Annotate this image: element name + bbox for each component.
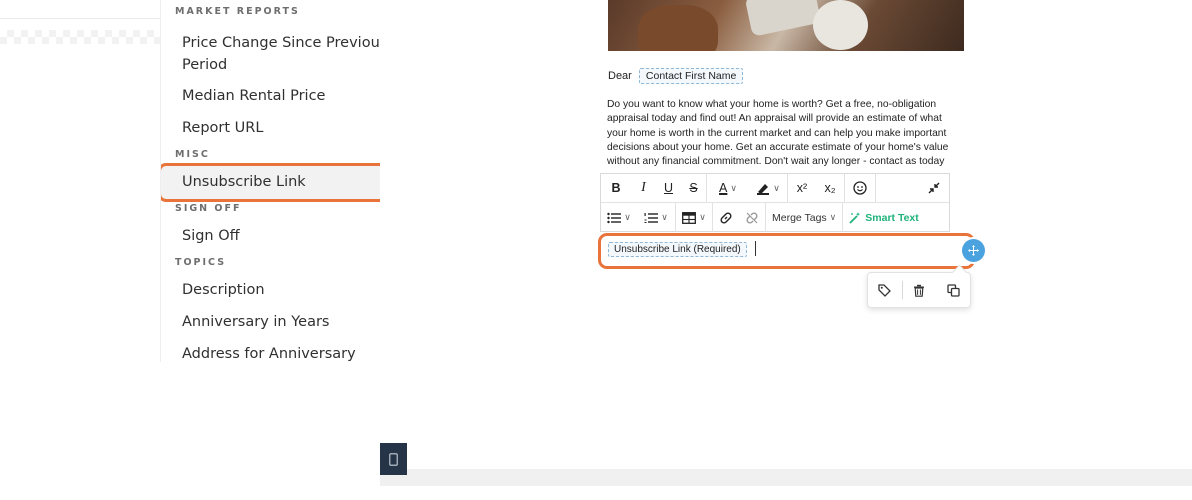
unlink-button[interactable] [739,203,765,232]
superscript-button[interactable]: x² [788,174,816,203]
left-divider [0,18,160,19]
chevron-down-icon: ∨ [661,212,668,222]
text-color-button[interactable]: A ∨ [707,174,749,203]
tag-icon [878,283,892,297]
section-topics: TOPICS [175,257,227,268]
unsubscribe-link-tag[interactable]: Unsubscribe Link (Required) [608,242,747,257]
underline-button[interactable]: U [656,174,681,203]
drag-handle-icon [968,245,979,256]
mobile-preview-button[interactable] [380,443,407,475]
hero-shape [638,5,718,51]
highlighter-icon [757,184,770,195]
merge-field-sidebar: MARKET REPORTS Price Change Since Previo… [160,0,380,362]
text-color-icon: A [719,181,728,195]
drag-handle-button[interactable] [962,239,985,262]
chevron-down-icon: ∨ [829,212,837,222]
tag-block-button[interactable] [868,273,902,307]
numbered-list-icon [644,212,659,223]
link-icon [720,211,732,224]
contact-first-name-tag[interactable]: Contact First Name [638,68,744,84]
greeting-line[interactable]: Dear Contact First Name [608,68,744,84]
transparency-pattern [0,30,160,44]
sidebar-item-median-rental[interactable]: Median Rental Price [182,85,325,107]
duplicate-icon [947,283,960,297]
text-cursor [755,241,756,256]
delete-block-button[interactable] [903,273,937,307]
smart-text-button[interactable]: Smart Text [843,203,925,232]
emoji-icon [853,181,867,195]
section-sign-off: SIGN OFF [175,203,242,214]
duplicate-block-button[interactable] [936,273,970,307]
sidebar-item-report-url[interactable]: Report URL [182,117,263,139]
chevron-down-icon: ∨ [773,182,780,193]
email-body-text[interactable]: Do you want to know what your home is wo… [607,98,957,168]
chevron-down-icon: ∨ [624,212,631,222]
insert-link-button[interactable] [713,203,739,232]
hero-shape [813,0,868,50]
merge-tags-dropdown[interactable]: Merge Tags ∨ [766,203,842,232]
trash-icon [914,284,925,297]
sidebar-item-price-change[interactable]: Price Change Since Previous Period [182,32,380,76]
bullet-list-icon [607,212,622,223]
sidebar-item-unsubscribe[interactable]: Unsubscribe Link [182,171,306,193]
chevron-down-icon: ∨ [730,182,737,193]
table-icon [682,211,697,224]
collapse-icon [928,182,940,194]
unlink-icon [746,211,758,224]
text-formatting-toolbar: B I U S A ∨ ∨ x² x₂ ∨ ∨ ∨ Merge Tags ∨ S… [600,173,950,232]
unsubscribe-text-block[interactable]: Unsubscribe Link (Required) [598,233,975,269]
highlight-color-button[interactable]: ∨ [749,174,787,203]
sidebar-item-description[interactable]: Description [182,279,265,301]
smart-text-label: Smart Text [865,211,919,224]
section-misc: MISC [175,149,210,160]
sidebar-item-address-anniversary[interactable]: Address for Anniversary [182,343,356,362]
chevron-down-icon: ∨ [699,212,706,222]
mobile-icon [389,452,398,466]
magic-wand-icon [849,212,861,224]
collapse-toolbar-button[interactable] [919,174,949,203]
greeting-text: Dear [608,70,632,82]
sidebar-item-anniversary-years[interactable]: Anniversary in Years [182,311,329,333]
strikethrough-button[interactable]: S [681,174,706,203]
hero-image[interactable] [608,0,964,51]
merge-tags-label: Merge Tags [772,211,827,224]
emoji-button[interactable] [845,174,875,203]
bullet-list-button[interactable]: ∨ [601,203,637,232]
block-actions-popover [867,272,971,308]
section-market-reports: MARKET REPORTS [175,6,300,17]
numbered-list-button[interactable]: ∨ [637,203,675,232]
table-button[interactable]: ∨ [676,203,712,232]
bottom-scrollbar-track[interactable] [380,469,1192,486]
toolbar-divider [875,173,876,203]
sidebar-item-sign-off[interactable]: Sign Off [182,225,240,247]
bold-button[interactable]: B [601,174,631,203]
italic-button[interactable]: I [631,174,656,203]
hero-shape [744,0,822,37]
subscript-button[interactable]: x₂ [816,174,844,203]
